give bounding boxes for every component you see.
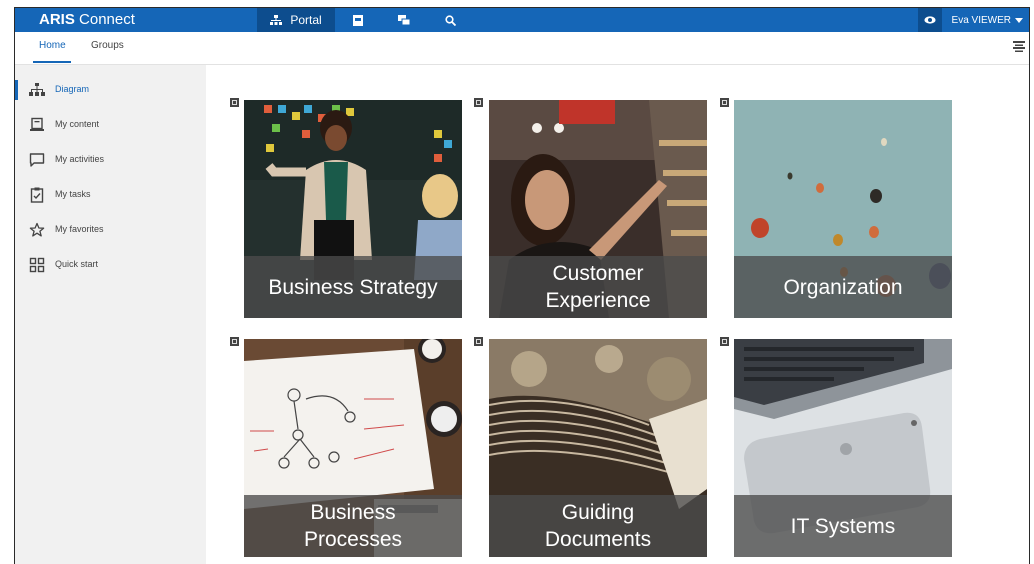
search-tab[interactable] bbox=[427, 8, 473, 32]
user-area: Eva VIEWER bbox=[917, 8, 1029, 32]
star-icon bbox=[29, 222, 45, 237]
sidebar: Diagram My content My activities My task… bbox=[15, 65, 206, 564]
tile-it-systems[interactable]: IT Systems bbox=[734, 339, 952, 557]
portal-label: Portal bbox=[290, 13, 322, 27]
app-window: ARIS Connect Portal Eva VIEWER Home Grou… bbox=[14, 7, 1030, 564]
sidebar-item-label: My activities bbox=[55, 154, 105, 164]
sidebar-item-label: My tasks bbox=[55, 189, 91, 199]
sidebar-item-label: My content bbox=[55, 119, 100, 129]
diagram-icon bbox=[29, 83, 45, 96]
portal-tab[interactable]: Portal bbox=[257, 8, 335, 32]
tile-label: Business Processes bbox=[244, 495, 462, 557]
user-name[interactable]: Eva VIEWER bbox=[952, 15, 1011, 26]
tile-business-processes[interactable]: Business Processes bbox=[244, 339, 462, 557]
tab-groups[interactable]: Groups bbox=[91, 40, 124, 51]
tile-type-badge bbox=[720, 337, 729, 346]
tile-label: Customer Experience bbox=[489, 256, 707, 318]
tasks-icon bbox=[30, 187, 44, 203]
model-icon bbox=[353, 14, 363, 26]
activities-icon bbox=[29, 153, 45, 167]
content-icon bbox=[30, 117, 44, 131]
tile-label: Business Strategy bbox=[244, 256, 462, 318]
tile-business-strategy[interactable]: Business Strategy bbox=[244, 100, 462, 318]
tab-home[interactable]: Home bbox=[39, 40, 66, 51]
sidebar-item-diagram[interactable]: Diagram bbox=[15, 75, 206, 105]
tile-type-badge bbox=[230, 98, 239, 107]
tile-label: Guiding Documents bbox=[489, 495, 707, 557]
view-mode-button[interactable] bbox=[917, 8, 942, 32]
sidebar-item-my-favorites[interactable]: My favorites bbox=[15, 215, 206, 245]
active-tab-indicator bbox=[33, 61, 71, 63]
grid-icon bbox=[29, 257, 45, 273]
search-icon bbox=[444, 14, 456, 26]
brand-bold: ARIS bbox=[39, 11, 75, 28]
sidebar-item-quick-start[interactable]: Quick start bbox=[15, 250, 206, 280]
tile-organization[interactable]: Organization bbox=[734, 100, 952, 318]
collaboration-icon bbox=[398, 14, 410, 25]
tile-customer-experience[interactable]: Customer Experience bbox=[489, 100, 707, 318]
top-nav: Portal bbox=[257, 8, 473, 32]
chevron-down-icon[interactable] bbox=[1015, 17, 1023, 23]
tab-bar: Home Groups bbox=[15, 32, 1029, 65]
tile-type-badge bbox=[230, 337, 239, 346]
sidebar-item-label: Quick start bbox=[55, 259, 99, 269]
tile-guiding-documents[interactable]: Guiding Documents bbox=[489, 339, 707, 557]
portal-icon bbox=[270, 14, 283, 25]
tile-label: Organization bbox=[734, 256, 952, 318]
eye-icon bbox=[923, 16, 936, 24]
tile-label: IT Systems bbox=[734, 495, 952, 557]
tile-type-badge bbox=[720, 98, 729, 107]
sidebar-item-my-content[interactable]: My content bbox=[15, 110, 206, 140]
tile-type-badge bbox=[474, 98, 483, 107]
model-tab[interactable] bbox=[335, 8, 381, 32]
sidebar-item-my-tasks[interactable]: My tasks bbox=[15, 180, 206, 210]
tile-type-badge bbox=[474, 337, 483, 346]
sidebar-item-label: My favorites bbox=[55, 224, 104, 234]
collaboration-tab[interactable] bbox=[381, 8, 427, 32]
brand-rest: Connect bbox=[79, 11, 135, 28]
top-bar: ARIS Connect Portal Eva VIEWER bbox=[15, 8, 1029, 32]
app-logo[interactable]: ARIS Connect bbox=[39, 10, 135, 30]
layout-toggle-icon[interactable] bbox=[1013, 41, 1025, 53]
sidebar-item-label: Diagram bbox=[55, 84, 90, 94]
sidebar-item-my-activities[interactable]: My activities bbox=[15, 145, 206, 175]
